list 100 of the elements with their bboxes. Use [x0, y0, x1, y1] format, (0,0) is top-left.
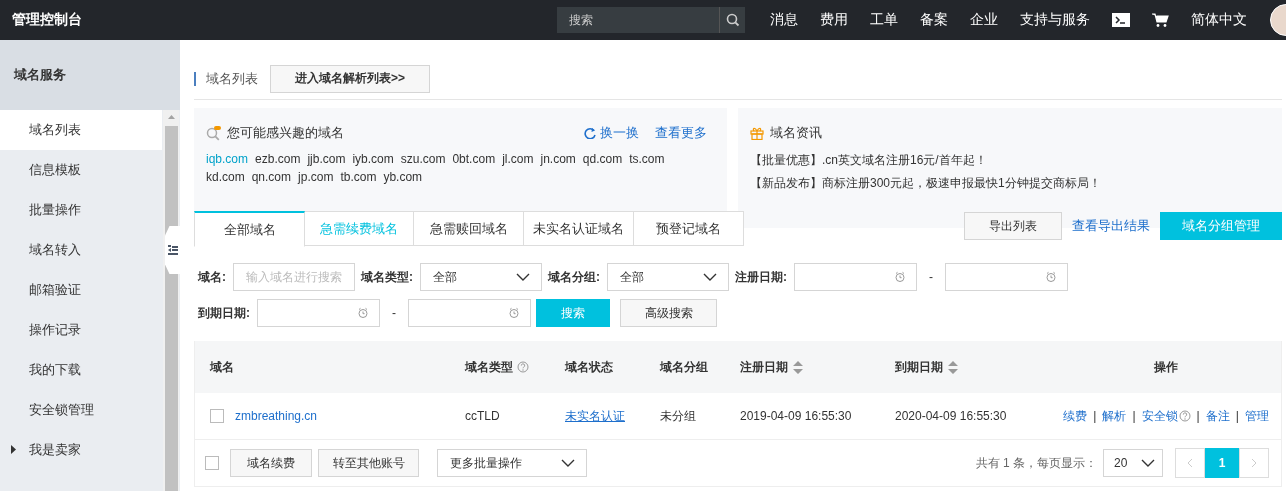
filter-label: 域名类型: — [361, 268, 413, 286]
select-all-checkbox[interactable] — [205, 456, 219, 470]
page-size-select[interactable]: 20 — [1103, 449, 1163, 477]
sidebar-item[interactable]: 邮箱验证 — [0, 270, 162, 310]
news-item[interactable]: 【批量优惠】.cn英文域名注册16元/首年起！ — [750, 152, 1270, 169]
clock-icon — [357, 307, 369, 319]
domain-link[interactable]: tb.com — [340, 170, 377, 184]
export-button[interactable]: 导出列表 — [964, 212, 1062, 240]
nav-link[interactable]: 企业 — [959, 11, 1009, 29]
nav-link[interactable]: 消息 — [759, 11, 809, 29]
filter-label: 域名分组: — [548, 268, 600, 286]
card-title: 域名资讯 — [770, 124, 822, 142]
table-cell: 未分组 — [660, 407, 696, 425]
sidebar-item[interactable]: 操作记录 — [0, 310, 162, 350]
nav-link[interactable]: 支持与服务 — [1009, 11, 1101, 29]
refresh-link[interactable]: 换一换 — [584, 124, 639, 142]
sidebar-item[interactable]: 域名列表 — [0, 110, 162, 150]
column-header: 域名类型 — [465, 358, 513, 376]
domain-link[interactable]: iyb.com — [352, 152, 394, 166]
column-header[interactable]: 到期日期 — [895, 358, 943, 376]
collapse-icon — [167, 245, 178, 255]
dns-list-button[interactable]: 进入域名解析列表>> — [270, 64, 430, 93]
table-cell: 2020-04-09 16:55:30 — [895, 409, 1007, 423]
advanced-search-button[interactable]: 高级搜索 — [620, 299, 717, 327]
domain-link[interactable]: jp.com — [298, 170, 334, 184]
status-link[interactable]: 未实名认证 — [565, 407, 625, 425]
row-checkbox[interactable] — [210, 409, 224, 423]
range-dash: - — [392, 306, 396, 320]
export-result-link[interactable]: 查看导出结果 — [1072, 217, 1150, 235]
sidebar-item[interactable]: 批量操作 — [0, 190, 162, 230]
sidebar-item[interactable]: 我是卖家 — [0, 430, 162, 470]
action-link[interactable]: 管理 — [1244, 407, 1269, 425]
date-field[interactable] — [945, 263, 1068, 291]
more-link[interactable]: 查看更多 — [655, 124, 707, 142]
sidebar-item[interactable]: 信息模板 — [0, 150, 162, 190]
domain-link[interactable]: 0bt.com — [452, 152, 496, 166]
separator: | — [1235, 409, 1239, 423]
next-page-button[interactable] — [1239, 448, 1269, 478]
refresh-icon — [584, 127, 596, 139]
date-field[interactable] — [408, 299, 531, 327]
help-icon — [1178, 410, 1191, 422]
batch-select[interactable]: 更多批量操作 — [437, 449, 587, 477]
action-link[interactable]: 安全锁 — [1141, 407, 1178, 425]
domain-link[interactable]: zmbreathing.cn — [235, 409, 318, 423]
page-title: 域名列表 — [206, 69, 258, 88]
prev-page-button[interactable] — [1175, 448, 1205, 478]
search-button[interactable] — [719, 7, 745, 33]
card-title: 您可能感兴趣的域名 — [227, 124, 344, 142]
domain-link[interactable]: szu.com — [400, 152, 446, 166]
cart-icon[interactable] — [1152, 12, 1169, 28]
nav-link[interactable]: 备案 — [909, 11, 959, 29]
sort-icon — [947, 359, 959, 375]
range-dash: - — [929, 270, 933, 284]
tab[interactable]: 急需赎回域名 — [414, 211, 524, 246]
domain-link[interactable]: jl.com — [502, 152, 534, 166]
action-link[interactable]: 续费 — [1063, 407, 1088, 425]
batch-button[interactable]: 域名续费 — [230, 449, 312, 477]
date-field[interactable] — [794, 263, 917, 291]
select-field[interactable]: 全部 — [607, 263, 729, 291]
domain-link[interactable]: kd.com — [206, 170, 245, 184]
nav-link[interactable]: 费用 — [809, 11, 859, 29]
terminal-icon[interactable] — [1112, 13, 1130, 27]
action-link[interactable]: 备注 — [1205, 407, 1230, 425]
tab[interactable]: 全部域名 — [194, 211, 305, 247]
help-icon — [517, 361, 529, 373]
filter-label: 注册日期: — [735, 268, 787, 286]
sidebar-item[interactable]: 安全锁管理 — [0, 390, 162, 430]
domain-link[interactable]: ezb.com — [255, 152, 301, 166]
domain-search-field[interactable]: 输入域名进行搜索 — [233, 263, 355, 291]
language-link[interactable]: 简体中文 — [1180, 11, 1258, 29]
action-link[interactable]: 解析 — [1102, 407, 1127, 425]
collapse-handle[interactable] — [165, 226, 180, 274]
batch-button[interactable]: 转至其他账号 — [318, 449, 419, 477]
expand-triangle-icon — [11, 445, 16, 454]
domain-link[interactable]: qn.com — [251, 170, 292, 184]
search-icon — [206, 125, 221, 141]
separator: | — [1196, 409, 1200, 423]
select-field[interactable]: 全部 — [420, 263, 542, 291]
column-header: 域名状态 — [565, 358, 613, 376]
news-item[interactable]: 【新品发布】商标注册300元起，极速申报最快1分钟提交商标局！ — [750, 175, 1270, 192]
sidebar-item[interactable]: 域名转入 — [0, 230, 162, 270]
column-header: 域名分组 — [660, 358, 708, 376]
nav-link[interactable]: 工单 — [859, 11, 909, 29]
clock-icon — [1045, 271, 1057, 283]
column-header[interactable]: 注册日期 — [740, 358, 788, 376]
column-header: 操作 — [1154, 358, 1178, 376]
tab[interactable]: 预登记域名 — [634, 211, 744, 246]
tab[interactable]: 未实名认证域名 — [524, 211, 634, 246]
search-field[interactable]: 搜索 — [557, 7, 719, 33]
scrollbar[interactable] — [163, 110, 179, 491]
domain-link[interactable]: yb.com — [383, 170, 423, 184]
separator: | — [1093, 409, 1097, 423]
domain-link[interactable]: qd.com — [582, 152, 623, 166]
domain-link[interactable]: jn.com — [540, 152, 576, 166]
domain-link[interactable]: jjb.com — [307, 152, 346, 166]
date-field[interactable] — [257, 299, 380, 327]
filter-label: 到期日期: — [198, 304, 250, 322]
sidebar-item[interactable]: 我的下载 — [0, 350, 162, 390]
chevron-right-icon — [1251, 458, 1257, 468]
domain-link[interactable]: ts.com — [629, 152, 665, 166]
